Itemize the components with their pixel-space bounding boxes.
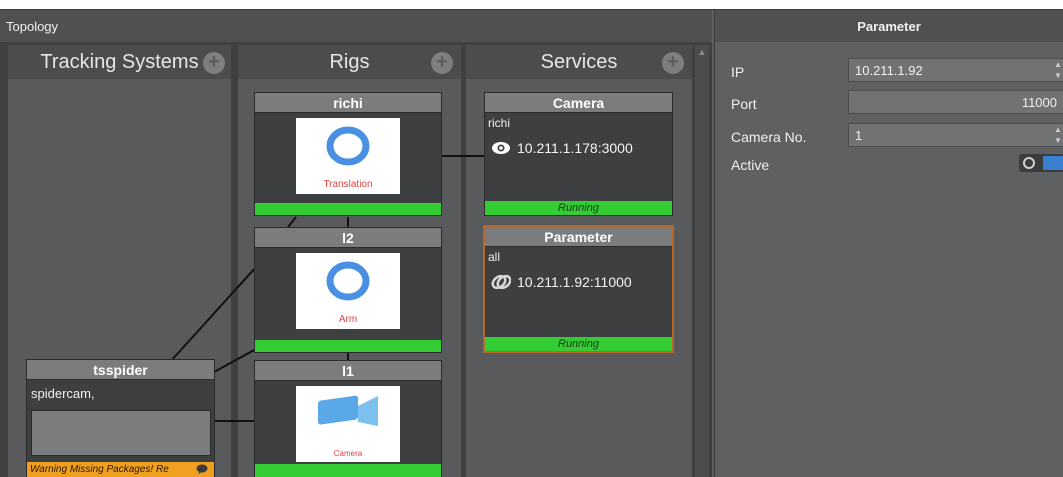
ip-field[interactable]: 10.211.1.92 ▲ ▼ xyxy=(848,58,1063,82)
service-name: Parameter xyxy=(485,227,672,247)
port-field[interactable]: 11000 xyxy=(848,90,1063,114)
rig-node-l2[interactable]: l2 Arm xyxy=(254,227,442,353)
tracking-system-name: tsspider xyxy=(27,360,214,380)
rig-caption: Translation xyxy=(323,179,373,190)
parameter-panel: Parameter IP 10.211.1.92 ▲ ▼ Port 11000 C… xyxy=(714,10,1063,477)
toggle-off-icon xyxy=(1023,157,1035,169)
chat-bubble-icon[interactable] xyxy=(196,464,208,474)
rig-node-l1[interactable]: l1 Camera xyxy=(254,360,442,477)
link-icon xyxy=(491,274,511,290)
rig-image: Translation xyxy=(296,118,400,194)
rig-node-richi[interactable]: richi Translation xyxy=(254,92,442,216)
topology-title: Topology xyxy=(0,10,712,42)
link-l2-tsspider xyxy=(169,266,257,363)
status-bar xyxy=(255,203,441,215)
service-address-row: 10.211.1.92:11000 xyxy=(491,274,632,290)
app-window: Topology Tracking Systems + Rigs + Servi… xyxy=(0,9,1063,477)
rig-caption: Camera xyxy=(333,449,363,458)
camera-no-value: 1 xyxy=(855,128,863,143)
ring-icon xyxy=(326,261,370,301)
warning-text: Warning Missing Packages! Re xyxy=(30,464,169,475)
status-bar xyxy=(255,340,441,352)
active-toggle[interactable] xyxy=(1019,154,1063,172)
warning-bar[interactable]: Warning Missing Packages! Re xyxy=(27,462,214,477)
service-owner: all xyxy=(488,250,501,264)
link-richi-l2-a xyxy=(287,216,297,228)
rig-caption: Arm xyxy=(338,314,358,325)
ip-label: IP xyxy=(731,64,745,80)
eye-icon xyxy=(492,142,510,154)
service-address: 10.211.1.92:11000 xyxy=(517,274,632,290)
service-node-parameter[interactable]: Parameter all 10.211.1.92:11000 Running xyxy=(483,225,674,353)
port-label: Port xyxy=(731,96,757,112)
spin-arrows-icon[interactable]: ▲ ▼ xyxy=(1053,124,1063,146)
tracking-system-node-tsspider[interactable]: tsspider spidercam, Warning Missing Pack… xyxy=(26,359,215,477)
rig-name: l1 xyxy=(255,361,441,381)
ip-value: 10.211.1.92 xyxy=(855,63,923,78)
service-address: 10.211.1.178:3000 xyxy=(517,140,633,156)
rig-image: Arm xyxy=(296,253,400,329)
tracking-system-text: spidercam, xyxy=(31,386,95,401)
service-name: Camera xyxy=(485,93,672,113)
port-value: 11000 xyxy=(1021,95,1057,110)
camera-no-field[interactable]: 1 ▲ ▼ xyxy=(848,123,1063,147)
tracking-system-config-box[interactable] xyxy=(31,410,211,456)
topology-canvas: Tracking Systems + Rigs + Services + ▲ r… xyxy=(0,42,712,477)
camera-no-label: Camera No. xyxy=(731,129,807,145)
status-running: Running xyxy=(485,201,672,215)
service-owner: richi xyxy=(488,116,511,130)
camera-icon xyxy=(318,395,378,426)
toggle-on-indicator xyxy=(1043,156,1063,170)
rig-name: richi xyxy=(255,93,441,113)
ring-icon xyxy=(326,126,370,166)
spin-arrows-icon[interactable]: ▲ ▼ xyxy=(1053,59,1063,81)
status-bar xyxy=(255,464,441,477)
service-address-row: 10.211.1.178:3000 xyxy=(491,140,633,156)
status-running: Running xyxy=(485,337,672,351)
active-label: Active xyxy=(731,157,770,173)
rig-image: Camera xyxy=(296,386,400,462)
service-node-camera[interactable]: Camera richi 10.211.1.178:3000 Running xyxy=(484,92,673,216)
parameter-panel-title: Parameter xyxy=(715,10,1063,42)
link-l2-tsspider-b xyxy=(213,348,257,373)
rig-name: l2 xyxy=(255,228,441,248)
